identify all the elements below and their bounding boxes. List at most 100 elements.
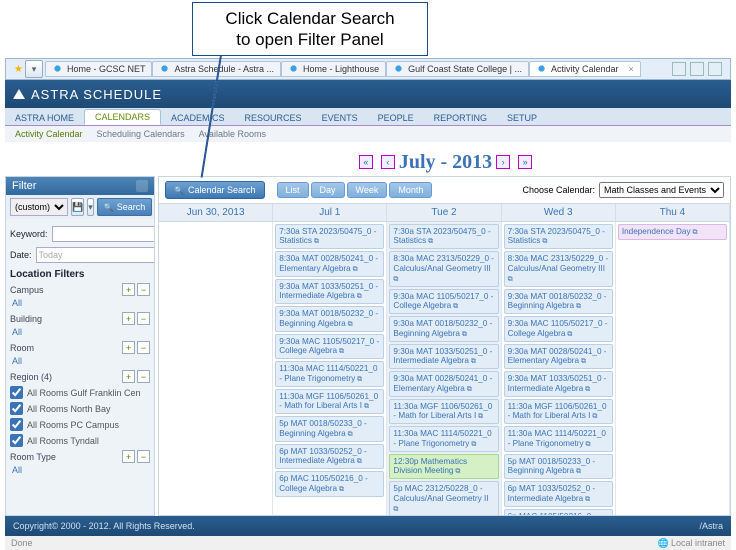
view-day-button[interactable]: Day (311, 182, 345, 198)
class-event[interactable]: 11:30a MAC 1114/50221_0 - Plane Trigonom… (275, 361, 384, 386)
favorites-dropdown[interactable]: ▾ (25, 60, 43, 78)
region-item[interactable]: All Rooms Tyndall (10, 434, 150, 447)
class-event[interactable]: 11:30a MAC 1114/50221_0 - Plane Trigonom… (389, 426, 498, 451)
campus-value[interactable]: All (12, 298, 150, 308)
choose-calendar-select[interactable]: Math Classes and Events (599, 182, 724, 198)
calendar-body[interactable]: 7:30a STA 2023/50475_0 - Statistics8:30a… (159, 222, 730, 515)
day-column[interactable]: Independence Day (616, 222, 730, 515)
nav-tab-people[interactable]: PEOPLE (368, 111, 424, 125)
class-event[interactable]: 6p MAC 1105/50216_0 - College Algebra (275, 471, 384, 496)
favorites-icon[interactable]: ★ (14, 64, 23, 75)
collapse-icon[interactable] (136, 180, 148, 192)
day-column[interactable]: 7:30a STA 2023/50475_0 - Statistics8:30a… (502, 222, 616, 515)
view-list-button[interactable]: List (277, 182, 309, 198)
view-week-button[interactable]: Week (347, 182, 388, 198)
region-remove-button[interactable]: − (137, 370, 150, 383)
day-column[interactable]: 7:30a STA 2023/50475_0 - Statistics8:30a… (273, 222, 387, 515)
next-year-button[interactable]: » (518, 155, 532, 169)
room-type-remove-button[interactable]: − (137, 450, 150, 463)
region-item[interactable]: All Rooms PC Campus (10, 418, 150, 431)
filter-preset-select[interactable]: (custom) (10, 198, 68, 216)
class-event[interactable]: 11:30a MGF 1106/50261_0 - Math for Liber… (389, 399, 498, 424)
nav-tab-reporting[interactable]: REPORTING (424, 111, 497, 125)
class-event[interactable]: 6p MAC 1105/50216_0 - College Algebra (504, 509, 613, 515)
subnav-scheduling-calendars[interactable]: Scheduling Calendars (97, 129, 185, 139)
class-event[interactable]: 9:30a MAC 1105/50217_0 - College Algebra (389, 289, 498, 314)
class-event[interactable]: 9:30a MAT 0028/50241_0 - Elementary Alge… (504, 344, 613, 369)
browser-tab[interactable]: Home - Lighthouse (281, 61, 386, 77)
next-month-button[interactable]: › (496, 155, 510, 169)
region-item[interactable]: All Rooms Gulf Franklin Cen (10, 386, 150, 399)
class-event[interactable]: 5p MAT 0018/50233_0 - Beginning Algebra (275, 416, 384, 441)
room-type-add-button[interactable]: + (122, 450, 135, 463)
class-event[interactable]: 8:30a MAT 0028/50241_0 - Elementary Alge… (275, 251, 384, 276)
region-checkbox[interactable] (10, 418, 23, 431)
class-event[interactable]: 9:30a MAT 1033/50251_0 - Intermediate Al… (275, 279, 384, 304)
class-event[interactable]: 5p MAT 0018/50233_0 - Beginning Algebra (504, 454, 613, 479)
nav-tab-academics[interactable]: ACADEMICS (161, 111, 235, 125)
building-value[interactable]: All (12, 327, 150, 337)
class-event[interactable]: 6p MAT 1033/50252_0 - Intermediate Algeb… (275, 444, 384, 469)
close-tab-icon[interactable]: × (629, 64, 634, 74)
keyword-input[interactable] (52, 226, 154, 242)
day-header[interactable]: Jul 1 (273, 204, 387, 221)
day-header[interactable]: Thu 4 (616, 204, 730, 221)
day-header[interactable]: Tue 2 (387, 204, 501, 221)
room-add-button[interactable]: + (122, 341, 135, 354)
class-event[interactable]: 9:30a MAT 1033/50251_0 - Intermediate Al… (389, 344, 498, 369)
class-event[interactable]: 9:30a MAT 0018/50232_0 - Beginning Algeb… (504, 289, 613, 314)
prev-month-button[interactable]: ‹ (381, 155, 395, 169)
region-checkbox[interactable] (10, 434, 23, 447)
building-remove-button[interactable]: − (137, 312, 150, 325)
browser-tab[interactable]: Home - GCSC NET (45, 61, 153, 77)
day-header[interactable]: Wed 3 (502, 204, 616, 221)
view-month-button[interactable]: Month (389, 182, 432, 198)
campus-add-button[interactable]: + (122, 283, 135, 296)
class-event[interactable]: 11:30a MGF 1106/50261_0 - Math for Liber… (504, 399, 613, 424)
nav-tab-setup[interactable]: SETUP (497, 111, 547, 125)
calendar-search-button[interactable]: Calendar Search (165, 181, 265, 199)
subnav-activity-calendar[interactable]: Activity Calendar (15, 129, 83, 139)
nav-tab-events[interactable]: EVENTS (312, 111, 368, 125)
class-event[interactable]: 8:30a MAC 2313/50229_0 - Calculus/Anal G… (389, 251, 498, 287)
region-checkbox[interactable] (10, 402, 23, 415)
day-header[interactable]: Jun 30, 2013 (159, 204, 273, 221)
filter-search-button[interactable]: Search (97, 198, 153, 216)
room-remove-button[interactable]: − (137, 341, 150, 354)
class-event[interactable]: 11:30a MGF 1106/50261_0 - Math for Liber… (275, 389, 384, 414)
class-event[interactable]: 11:30a MAC 1114/50221_0 - Plane Trigonom… (504, 426, 613, 451)
class-event[interactable]: 9:30a MAT 1033/50251_0 - Intermediate Al… (504, 371, 613, 396)
class-event[interactable]: 9:30a MAT 0028/50241_0 - Elementary Alge… (389, 371, 498, 396)
campus-remove-button[interactable]: − (137, 283, 150, 296)
nav-tab-resources[interactable]: RESOURCES (235, 111, 312, 125)
prev-year-button[interactable]: « (359, 155, 373, 169)
room-value[interactable]: All (12, 356, 150, 366)
region-item[interactable]: All Rooms North Bay (10, 402, 150, 415)
class-event[interactable]: 9:30a MAT 0018/50232_0 - Beginning Algeb… (275, 306, 384, 331)
nav-tab-astra-home[interactable]: ASTRA HOME (5, 111, 84, 125)
building-add-button[interactable]: + (122, 312, 135, 325)
date-input[interactable] (36, 247, 154, 263)
browser-tab[interactable]: Gulf Coast State College | ... (386, 61, 529, 77)
class-event[interactable]: 9:30a MAC 1105/50217_0 - College Algebra (275, 334, 384, 359)
class-event[interactable]: 8:30a MAC 2313/50229_0 - Calculus/Anal G… (504, 251, 613, 287)
holiday-event[interactable]: Independence Day (618, 224, 727, 240)
region-checkbox[interactable] (10, 386, 23, 399)
room-type-value[interactable]: All (12, 465, 150, 475)
feeds-icon[interactable] (690, 62, 704, 76)
day-column[interactable] (159, 222, 273, 515)
meeting-event[interactable]: 12:30p Mathematics Division Meeting (389, 454, 498, 479)
class-event[interactable]: 5p MAC 2312/50228_0 - Calculus/Anal Geom… (389, 481, 498, 515)
day-column[interactable]: 7:30a STA 2023/50475_0 - Statistics8:30a… (387, 222, 501, 515)
class-event[interactable]: 7:30a STA 2023/50475_0 - Statistics (389, 224, 498, 249)
class-event[interactable]: 6p MAT 1033/50252_0 - Intermediate Algeb… (504, 481, 613, 506)
browser-tab[interactable]: Activity Calendar× (529, 61, 641, 77)
nav-tab-calendars[interactable]: CALENDARS (84, 109, 161, 125)
class-event[interactable]: 7:30a STA 2023/50475_0 - Statistics (275, 224, 384, 249)
home-icon[interactable] (672, 62, 686, 76)
class-event[interactable]: 9:30a MAC 1105/50217_0 - College Algebra (504, 316, 613, 341)
print-icon[interactable] (708, 62, 722, 76)
class-event[interactable]: 9:30a MAT 0018/50232_0 - Beginning Algeb… (389, 316, 498, 341)
class-event[interactable]: 7:30a STA 2023/50475_0 - Statistics (504, 224, 613, 249)
region-add-button[interactable]: + (122, 370, 135, 383)
